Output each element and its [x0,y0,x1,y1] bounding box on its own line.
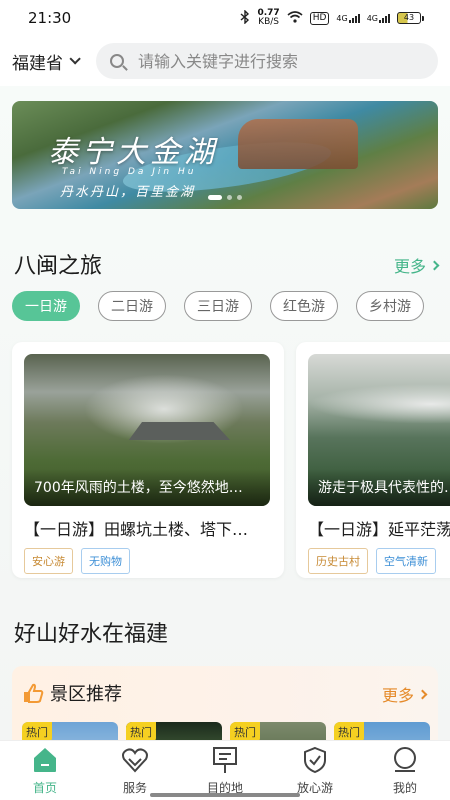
tour-card-name: 【一日游】延平茫荡… [308,520,450,539]
scenic-spot-card[interactable]: 热门 [334,722,430,740]
tabbar-assured-tour-label: 放心游 [296,781,333,795]
tour-more-label: 更多 [393,257,426,276]
search-box[interactable] [96,43,438,79]
thumbs-up-icon [24,683,44,703]
tab-one-day[interactable]: 一日游 [12,291,80,321]
profile-icon [394,747,416,772]
scenic-spot-card[interactable]: 热门 [22,722,118,740]
signal-2-label: 4G [366,13,378,23]
tour-tabs: 一日游 二日游 三日游 红色游 乡村游 [12,291,424,321]
signal-icon-1: 4G [336,13,360,23]
banner-carousel[interactable]: 泰宁大金湖 Tai Ning Da Jin Hu 丹水丹山，百里金湖 [12,101,438,209]
tab-red-tour[interactable]: 红色游 [270,291,338,321]
tour-card[interactable]: 700年风雨的土楼，至今悠然地… 【一日游】田螺坑土楼、塔下… 安心游 无购物 [12,342,284,578]
signal-1-label: 4G [336,13,348,23]
signal-icon-2: 4G [366,13,390,23]
hot-badge: 热门 [230,722,260,740]
network-speed: 0.77 KB/S [257,9,279,27]
tour-card-tags: 安心游 无购物 [24,548,272,574]
shield-check-icon [304,746,326,774]
tour-card[interactable]: 游走于极具代表性的… 【一日游】延平茫荡… 历史古村 空气清新 [296,342,450,578]
bluetooth-icon [240,8,250,27]
tour-card-caption: 游走于极具代表性的… [308,469,450,506]
carousel-dot-active [208,195,222,200]
tour-card-tags: 历史古村 空气清新 [308,548,450,574]
tab-three-day[interactable]: 三日游 [184,291,252,321]
home-indicator[interactable] [150,793,300,797]
carousel-dot [237,195,242,200]
tabbar-assured-tour[interactable]: 放心游 [270,741,360,800]
tour-tag: 空气清新 [376,548,436,574]
scenic-spot-card[interactable]: 热门 [126,722,222,740]
status-icons: 0.77 KB/S HD 4G 4G 43 [240,9,424,27]
battery-level: 43 [397,12,421,24]
tour-section-title: 八闽之旅 [14,254,103,279]
tabbar-destination[interactable]: 目的地 [180,741,270,800]
tour-tag: 无购物 [81,548,130,574]
search-icon [110,54,124,68]
hd-badge: HD [309,11,330,25]
hot-badge: 热门 [22,722,52,740]
tabbar-home-label: 首页 [32,781,57,795]
tabbar-profile-label: 我的 [392,781,417,795]
chevron-right-icon [429,260,440,270]
province-selector[interactable]: 福建省 [12,49,94,74]
carousel-indicator [208,195,242,200]
recommend-header: 景区推荐 [22,680,122,706]
tour-card-image: 700年风雨的土楼，至今悠然地… [24,354,270,506]
tour-card-image: 游走于极具代表性的… [308,354,450,506]
tabbar-service[interactable]: 服务 [90,741,180,800]
recommend-more-label: 更多 [381,686,414,705]
recommend-more-link[interactable]: 更多 [381,682,428,706]
chevron-down-icon [69,53,81,65]
tabbar-home[interactable]: 首页 [0,741,90,800]
search-header: 福建省 [0,36,450,86]
battery-icon: 43 [397,12,424,24]
hot-badge: 热门 [126,722,156,740]
tour-more-link[interactable]: 更多 [393,253,440,277]
tour-card-caption: 700年风雨的土楼，至今悠然地… [24,469,270,506]
banner-slogan: 丹水丹山，百里金湖 [60,185,196,200]
tabbar-service-label: 服务 [122,781,147,795]
bottom-tab-bar: 首页 服务 目的地 放心游 我的 [0,740,450,800]
carousel-dot [227,195,232,200]
scenery-section-title: 好山好水在福建 [14,622,169,647]
banner-cliff [238,119,358,169]
tab-rural-tour[interactable]: 乡村游 [356,291,424,321]
tour-tag: 历史古村 [308,548,368,574]
home-icon [34,748,56,772]
hot-badge: 热门 [334,722,364,740]
scenic-spot-card[interactable]: 热门 [230,722,326,740]
wifi-icon [287,10,303,26]
tabbar-profile[interactable]: 我的 [360,741,450,800]
scenic-recommend-panel: 景区推荐 更多 热门 热门 热门 热门 [12,666,438,740]
heart-icon [122,748,148,773]
province-label: 福建省 [12,53,63,74]
status-time: 21:30 [28,9,72,27]
status-bar: 21:30 0.77 KB/S HD 4G 4G 43 [0,0,450,36]
search-input[interactable] [138,51,398,71]
recommend-title: 景区推荐 [50,684,122,705]
banner-title: 泰宁大金湖 [48,135,218,170]
tour-card-list: 700年风雨的土楼，至今悠然地… 【一日游】田螺坑土楼、塔下… 安心游 无购物 … [12,342,450,578]
home-content[interactable]: 泰宁大金湖 Tai Ning Da Jin Hu 丹水丹山，百里金湖 八闽之旅 … [0,86,450,740]
banner-pinyin: Tai Ning Da Jin Hu [62,167,197,177]
chevron-right-icon [417,689,428,699]
recommend-list: 热门 热门 热门 热门 [22,722,430,740]
tour-tag: 安心游 [24,548,73,574]
network-speed-unit: KB/S [258,17,279,27]
signpost-icon [213,747,237,773]
tab-two-day[interactable]: 二日游 [98,291,166,321]
tour-card-name: 【一日游】田螺坑土楼、塔下… [24,520,249,539]
